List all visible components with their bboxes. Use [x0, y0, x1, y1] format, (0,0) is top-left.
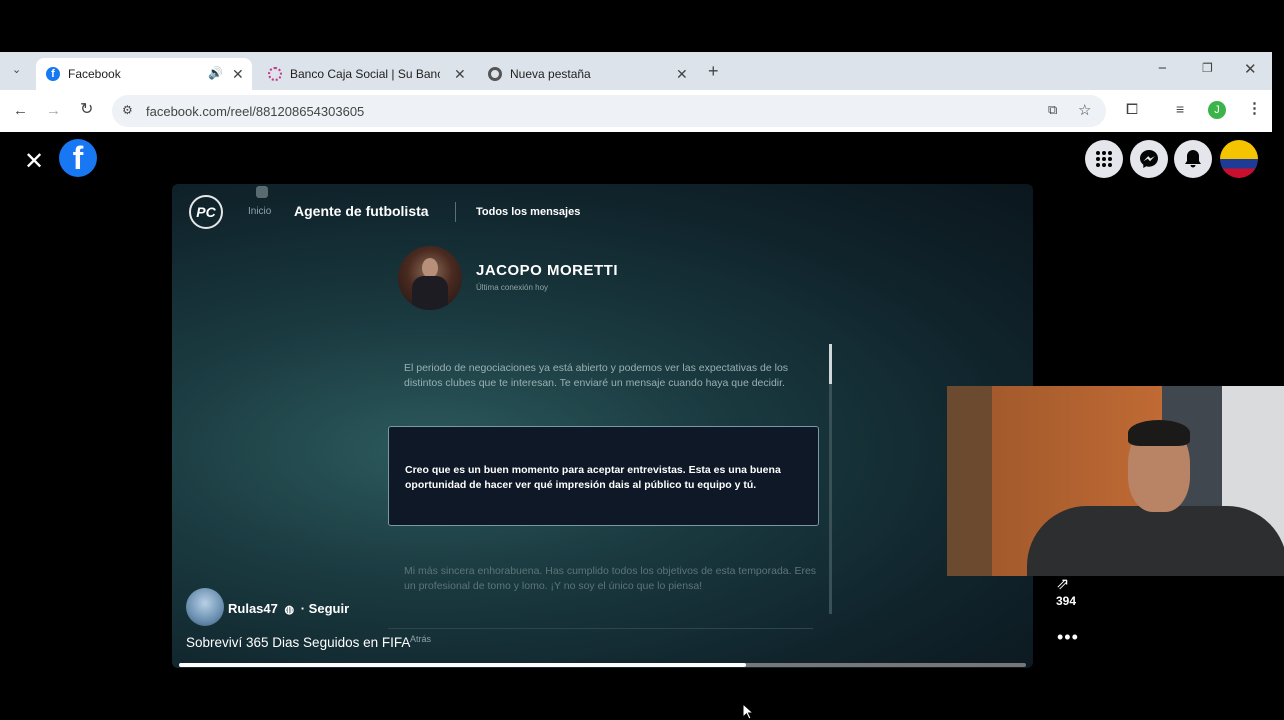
speaker-icon[interactable]: 🔊 — [208, 67, 223, 79]
tab-facebook[interactable]: f Facebook 🔊 ✕ — [36, 58, 252, 90]
messenger-icon[interactable] — [1130, 140, 1168, 178]
tab-strip: ⌄ f Facebook 🔊 ✕ Banco Caja Social | Su … — [0, 52, 1272, 90]
close-tab-icon[interactable]: ✕ — [676, 66, 688, 83]
close-tab-icon[interactable]: ✕ — [232, 66, 244, 83]
message-text: Creo que es un buen momento para aceptar… — [405, 464, 781, 491]
webcam-person-hair — [1128, 420, 1190, 446]
forward-icon[interactable]: → — [46, 103, 61, 118]
tab-banco[interactable]: Banco Caja Social | Su Banco Ami ✕ — [262, 58, 472, 90]
tab-title: Facebook — [68, 67, 121, 81]
close-reel-icon[interactable]: ✕ — [24, 147, 44, 176]
reload-icon[interactable]: ↻ — [80, 102, 93, 118]
follow-link[interactable]: · Seguir — [301, 601, 349, 616]
menu-grid-icon[interactable] — [1085, 140, 1123, 178]
profile-avatar[interactable]: J — [1208, 101, 1226, 119]
tab-new[interactable]: Nueva pestaña ✕ — [486, 58, 694, 90]
agent-status: Última conexión hoy — [476, 283, 549, 292]
scrollbar-thumb[interactable] — [829, 344, 832, 384]
reel-video[interactable]: PC Inicio Agente de futbolista Todos los… — [172, 184, 1033, 668]
webcam-wall — [947, 386, 992, 576]
message-item[interactable]: Mi más sincera enhorabuena. Has cumplido… — [404, 564, 819, 594]
browser-chrome: ⌄ f Facebook 🔊 ✕ Banco Caja Social | Su … — [0, 52, 1272, 132]
user-avatar[interactable] — [186, 588, 224, 626]
notifications-bell-icon[interactable] — [1174, 140, 1212, 178]
home-icon — [256, 186, 268, 198]
close-window-icon[interactable]: ✕ — [1244, 62, 1257, 77]
site-info-icon[interactable]: ⚙ — [122, 104, 133, 116]
user-name-row: Rulas47 ◍ · Seguir — [228, 601, 349, 616]
account-avatar[interactable] — [1220, 140, 1258, 178]
tab-search-icon[interactable]: ⌄ — [12, 65, 21, 76]
webcam-overlay — [947, 386, 1284, 576]
video-progress-fill — [179, 663, 747, 667]
close-tab-icon[interactable]: ✕ — [454, 66, 466, 83]
webcam-person-body — [1027, 506, 1284, 576]
facebook-favicon-icon: f — [46, 67, 60, 81]
tab-title: Nueva pestaña — [510, 67, 591, 81]
chrome-favicon-icon — [488, 67, 502, 81]
share-count: 394 — [1056, 594, 1077, 608]
game-back-label: Atrás — [410, 634, 432, 644]
agent-name: JACOPO MORETTI — [476, 262, 619, 279]
new-tab-icon[interactable]: + — [708, 62, 719, 80]
minimize-icon[interactable]: − — [1158, 61, 1167, 76]
video-progress-bar[interactable] — [179, 663, 1026, 667]
nav-divider — [455, 202, 456, 222]
message-item[interactable]: El periodo de negociaciones ya está abie… — [404, 361, 814, 391]
nav-all-messages[interactable]: Todos los mensajes — [476, 206, 580, 218]
agent-avatar — [398, 246, 462, 310]
message-item-selected[interactable]: Creo que es un buen momento para aceptar… — [388, 426, 819, 526]
scrollbar-track[interactable] — [829, 344, 832, 614]
facebook-logo-icon[interactable]: f — [59, 139, 97, 177]
banco-favicon-icon — [268, 67, 282, 81]
bookmark-star-icon[interactable]: ☆ — [1078, 103, 1091, 118]
reel-caption: Sobreviví 365 Dias Seguidos en FIFA — [186, 635, 411, 650]
menu-icon[interactable]: ⋮ — [1247, 101, 1262, 116]
restore-icon[interactable]: ❐ — [1202, 62, 1213, 74]
install-app-icon[interactable]: ⧉ — [1048, 103, 1057, 116]
nav-title: Agente de futbolista — [294, 203, 429, 219]
url-text: facebook.com/reel/881208654303605 — [146, 104, 365, 119]
toolbar: ← → ↻ ⚙ facebook.com/reel/88120865430360… — [0, 90, 1272, 132]
tab-title: Banco Caja Social | Su Banco Ami — [290, 67, 440, 81]
mouse-cursor-icon — [742, 703, 754, 720]
divider — [388, 628, 813, 629]
game-logo: PC — [189, 195, 223, 229]
share-icon[interactable]: ⇗ — [1056, 574, 1069, 594]
more-options-icon[interactable]: ••• — [1057, 627, 1079, 648]
back-icon[interactable]: ← — [13, 103, 28, 118]
extensions-icon[interactable]: ⧠ — [1126, 102, 1138, 117]
username[interactable]: Rulas47 — [228, 601, 278, 616]
globe-icon: ◍ — [284, 604, 295, 616]
media-control-icon[interactable]: ≡ — [1176, 102, 1184, 116]
address-bar[interactable]: ⚙ facebook.com/reel/881208654303605 ⧉ ☆ — [112, 95, 1106, 127]
nav-home[interactable]: Inicio — [248, 206, 271, 217]
